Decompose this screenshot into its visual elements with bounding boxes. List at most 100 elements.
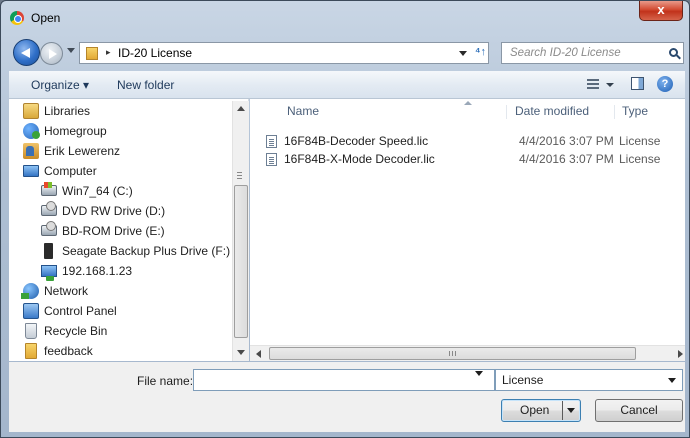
- file-date: 4/4/2016 3:07 PM: [519, 134, 614, 148]
- breadcrumb-separator-icon[interactable]: ▸: [106, 47, 111, 58]
- back-button[interactable]: [13, 39, 40, 66]
- dialog-footer: File name: License Open Cancel: [9, 362, 685, 432]
- file-name-input[interactable]: [193, 369, 495, 391]
- navigation-pane: Libraries Homegroup Erik Lewerenz Comput…: [9, 99, 249, 361]
- nav-item-computer[interactable]: Computer: [23, 161, 97, 180]
- network-icon: [21, 282, 39, 299]
- nav-item-network-pc[interactable]: 192.168.1.23: [41, 261, 133, 281]
- scrollbar-thumb[interactable]: [234, 185, 248, 338]
- nav-item-label: Computer: [44, 163, 97, 178]
- nav-item-drive-e[interactable]: BD-ROM Drive (E:): [41, 221, 165, 240]
- nav-item-libraries[interactable]: Libraries: [23, 101, 90, 120]
- search-input[interactable]: Search ID-20 License: [501, 42, 684, 64]
- scroll-up-arrow-icon[interactable]: [237, 106, 245, 111]
- nav-item-drive-c[interactable]: Win7_64 (C:): [41, 181, 133, 200]
- nav-item-feedback[interactable]: feedback: [23, 341, 93, 360]
- window-title: Open: [31, 11, 61, 25]
- recycle-bin-icon: [25, 322, 37, 339]
- scroll-down-arrow-icon[interactable]: [237, 350, 245, 355]
- close-button[interactable]: x: [639, 1, 683, 21]
- document-icon: [266, 152, 277, 166]
- windows-drive-icon: [41, 182, 57, 196]
- view-options-arrow[interactable]: [606, 83, 614, 87]
- folder-icon: [25, 342, 37, 359]
- preview-pane-icon[interactable]: [631, 77, 644, 90]
- scroll-right-arrow-icon[interactable]: [678, 350, 683, 358]
- file-type-select[interactable]: License: [495, 369, 683, 391]
- column-divider[interactable]: [506, 105, 507, 119]
- document-icon: [266, 134, 277, 148]
- scroll-left-arrow-icon[interactable]: [256, 350, 261, 358]
- change-view-icon[interactable]: [587, 79, 599, 89]
- computer-icon: [23, 164, 39, 177]
- new-folder-button[interactable]: New folder: [117, 78, 174, 92]
- control-panel-icon: [23, 302, 39, 319]
- column-header-type[interactable]: Type: [622, 99, 648, 123]
- command-bar: Organize ▾ New folder ?: [9, 71, 685, 99]
- chrome-icon: [10, 11, 24, 25]
- forward-button[interactable]: [40, 42, 63, 65]
- help-icon[interactable]: ?: [657, 76, 673, 92]
- address-bar[interactable]: ▸ ID-20 License ⁴↑: [79, 42, 489, 64]
- address-dropdown-icon[interactable]: [459, 51, 467, 56]
- organize-button[interactable]: Organize ▾: [31, 78, 89, 92]
- nav-item-drive-d[interactable]: DVD RW Drive (D:): [41, 201, 165, 220]
- homegroup-icon: [23, 122, 40, 139]
- nav-item-label: Control Panel: [44, 303, 117, 318]
- refresh-icon[interactable]: ⁴↑: [475, 46, 486, 58]
- nav-item-label: 192.168.1.23: [62, 263, 133, 278]
- nav-pane-scrollbar[interactable]: [232, 101, 249, 361]
- optical-drive-icon: [41, 221, 57, 236]
- optical-drive-icon: [41, 201, 57, 216]
- nav-item-control-panel[interactable]: Control Panel: [23, 301, 117, 320]
- nav-item-homegroup[interactable]: Homegroup: [23, 121, 107, 140]
- nav-item-drive-f[interactable]: Seagate Backup Plus Drive (F:): [41, 241, 230, 260]
- nav-item-label: Network: [44, 283, 89, 298]
- network-computer-icon: [41, 264, 57, 281]
- file-row[interactable]: 16F84B-Decoder Speed.lic 4/4/2016 3:07 P…: [266, 132, 686, 150]
- open-button-label: Open: [520, 403, 550, 417]
- recent-locations-arrow[interactable]: [67, 48, 75, 53]
- nav-item-network[interactable]: Network: [21, 281, 89, 300]
- user-folder-icon: [23, 142, 39, 159]
- folder-icon: [86, 47, 98, 60]
- file-type: License: [619, 134, 661, 148]
- nav-item-label: Libraries: [44, 103, 91, 118]
- file-type: License: [619, 152, 661, 166]
- search-icon[interactable]: [669, 48, 678, 57]
- file-row[interactable]: 16F84B-X-Mode Decoder.lic 4/4/2016 3:07 …: [266, 150, 686, 168]
- file-name: 16F84B-Decoder Speed.lic: [284, 134, 429, 148]
- file-date: 4/4/2016 3:07 PM: [519, 152, 614, 166]
- column-divider[interactable]: [614, 105, 615, 119]
- nav-item-label: Seagate Backup Plus Drive (F:): [62, 243, 231, 258]
- cancel-button[interactable]: Cancel: [595, 399, 683, 422]
- nav-item-label: Homegroup: [44, 123, 107, 138]
- file-type-value: License: [502, 373, 544, 387]
- nav-item-user[interactable]: Erik Lewerenz: [23, 141, 120, 160]
- nav-item-label: DVD RW Drive (D:): [62, 203, 166, 218]
- column-header-date[interactable]: Date modified: [515, 99, 589, 123]
- file-name-label: File name:: [137, 374, 194, 388]
- chevron-down-icon: [668, 378, 676, 383]
- split-divider: [562, 401, 563, 420]
- file-list: Name Date modified Type 16F84B-Decoder S…: [250, 99, 685, 361]
- file-name: 16F84B-X-Mode Decoder.lic: [284, 152, 435, 166]
- breadcrumb-current[interactable]: ID-20 License: [118, 46, 192, 60]
- nav-item-label: Recycle Bin: [44, 323, 108, 338]
- nav-item-label: BD-ROM Drive (E:): [62, 223, 165, 238]
- nav-item-recycle-bin[interactable]: Recycle Bin: [23, 321, 107, 340]
- column-header-name[interactable]: Name: [287, 99, 319, 123]
- libraries-icon: [23, 102, 39, 119]
- file-name-dropdown-icon[interactable]: [475, 371, 483, 376]
- scroll-grip-icon: [237, 172, 242, 179]
- scroll-grip-icon: [449, 351, 456, 356]
- open-options-arrow-icon[interactable]: [567, 408, 575, 413]
- file-list-scrollbar[interactable]: [250, 345, 685, 361]
- sort-ascending-icon: [464, 101, 472, 105]
- external-drive-icon: [44, 242, 53, 259]
- title-bar: Open x: [1, 1, 689, 35]
- nav-item-label: feedback: [44, 343, 93, 358]
- open-dialog: Open x ▸ ID-20 License ⁴↑ Search ID-20 L…: [0, 0, 690, 438]
- search-placeholder: Search ID-20 License: [510, 47, 621, 59]
- open-button[interactable]: Open: [501, 399, 581, 422]
